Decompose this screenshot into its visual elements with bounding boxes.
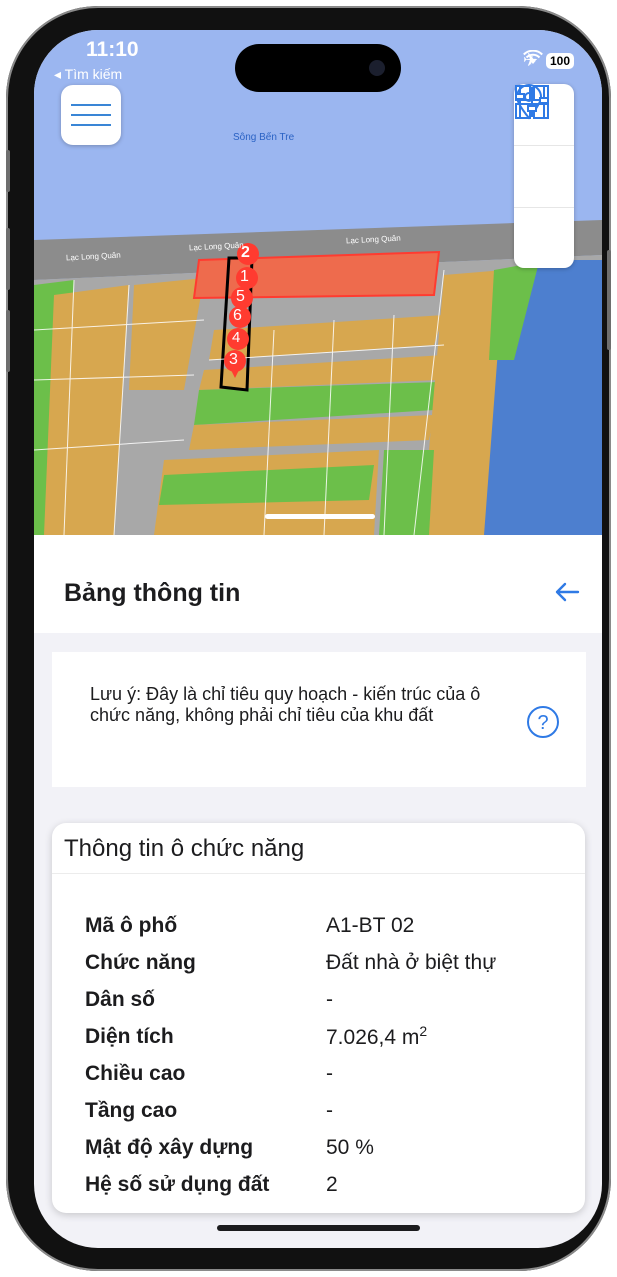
- volume-down-button: [6, 310, 10, 372]
- row-label: Mã ô phố: [85, 913, 178, 937]
- row-value: Đất nhà ở biệt thự: [326, 950, 497, 974]
- row-value: -: [326, 987, 333, 1011]
- info-row: Tầng cao -: [85, 1092, 496, 1129]
- volume-up-button: [6, 228, 10, 290]
- info-row: Mã ô phố A1-BT 02: [85, 907, 496, 944]
- svg-text:?: ?: [537, 712, 548, 734]
- camera-icon: [369, 60, 385, 76]
- status-indicators: ✈ 100: [523, 50, 574, 71]
- row-value: -: [326, 1061, 333, 1085]
- area-unit-exponent: 2: [419, 1023, 428, 1039]
- row-label: Dân số: [85, 987, 156, 1011]
- back-arrow-icon[interactable]: [554, 581, 580, 603]
- row-value: -: [326, 1098, 333, 1122]
- divider: [52, 873, 585, 874]
- river-label: Sông Bến Tre: [233, 132, 295, 143]
- row-label: Mật độ xây dựng: [85, 1135, 254, 1159]
- row-value: 50 %: [326, 1135, 374, 1159]
- info-row: Chức năng Đất nhà ở biệt thự: [85, 944, 496, 981]
- menu-icon: [71, 104, 111, 106]
- map-marker[interactable]: 6: [233, 307, 242, 325]
- side-button: [6, 150, 10, 192]
- info-row: Diện tích 7.026,4 m2: [85, 1018, 496, 1055]
- sheet-drag-handle[interactable]: [265, 514, 375, 519]
- panel-title: Bảng thông tin: [64, 579, 241, 607]
- row-value: A1-BT 02: [326, 913, 415, 937]
- battery-indicator: 100: [545, 52, 574, 69]
- wifi-icon: [522, 50, 543, 64]
- area-value: 7.026,4 m: [326, 1026, 420, 1049]
- filter-button[interactable]: [514, 87, 574, 269]
- info-panel-header: Bảng thông tin: [34, 535, 602, 633]
- help-icon[interactable]: ?: [526, 705, 560, 739]
- menu-button[interactable]: [61, 85, 121, 145]
- info-row: Mật độ xây dựng 50 %: [85, 1129, 496, 1166]
- note-text: Lưu ý: Đây là chỉ tiêu quy hoạch - kiến …: [90, 684, 481, 725]
- map-marker[interactable]: 4: [232, 329, 240, 346]
- planning-map[interactable]: Sông Bến Tre Lạc Long Quân Lạc Long Quân…: [34, 30, 602, 535]
- row-value: 7.026,4 m2: [326, 1023, 427, 1050]
- map-marker[interactable]: 3: [229, 351, 238, 369]
- map-tools: [514, 84, 574, 268]
- info-row: Chiều cao -: [85, 1055, 496, 1092]
- menu-icon-line: [71, 114, 111, 116]
- status-time: 11:10: [86, 38, 139, 61]
- menu-icon-line: [71, 124, 111, 126]
- row-label: Chiều cao: [85, 1061, 186, 1085]
- planning-note: Lưu ý: Đây là chỉ tiêu quy hoạch - kiến …: [52, 652, 586, 787]
- info-row: Hệ số sử dụng đất 2: [85, 1166, 496, 1203]
- location-button[interactable]: [514, 84, 574, 208]
- map-marker[interactable]: 5: [236, 288, 245, 306]
- back-to-app-link[interactable]: ◂ Tìm kiếm: [54, 66, 122, 83]
- row-label: Tầng cao: [85, 1098, 178, 1122]
- home-indicator[interactable]: [217, 1225, 420, 1231]
- row-label: Hệ số sử dụng đất: [85, 1172, 270, 1196]
- filter-sliders-icon: [515, 87, 549, 117]
- function-cell-info-card: Thông tin ô chức năng Mã ô phố A1-BT 02 C…: [52, 823, 585, 1213]
- power-button: [607, 250, 611, 350]
- map-marker[interactable]: 2: [241, 244, 250, 262]
- row-value: 2: [326, 1172, 338, 1196]
- map-marker[interactable]: 1: [240, 268, 249, 286]
- card-title: Thông tin ô chức năng: [64, 835, 305, 862]
- info-row: Dân số -: [85, 981, 496, 1018]
- info-rows: Mã ô phố A1-BT 02 Chức năng Đất nhà ở biệt…: [85, 907, 496, 1203]
- row-label: Diện tích: [85, 1024, 174, 1048]
- row-label: Chức năng: [85, 950, 196, 974]
- screen: Sông Bến Tre Lạc Long Quân Lạc Long Quân…: [34, 30, 602, 1248]
